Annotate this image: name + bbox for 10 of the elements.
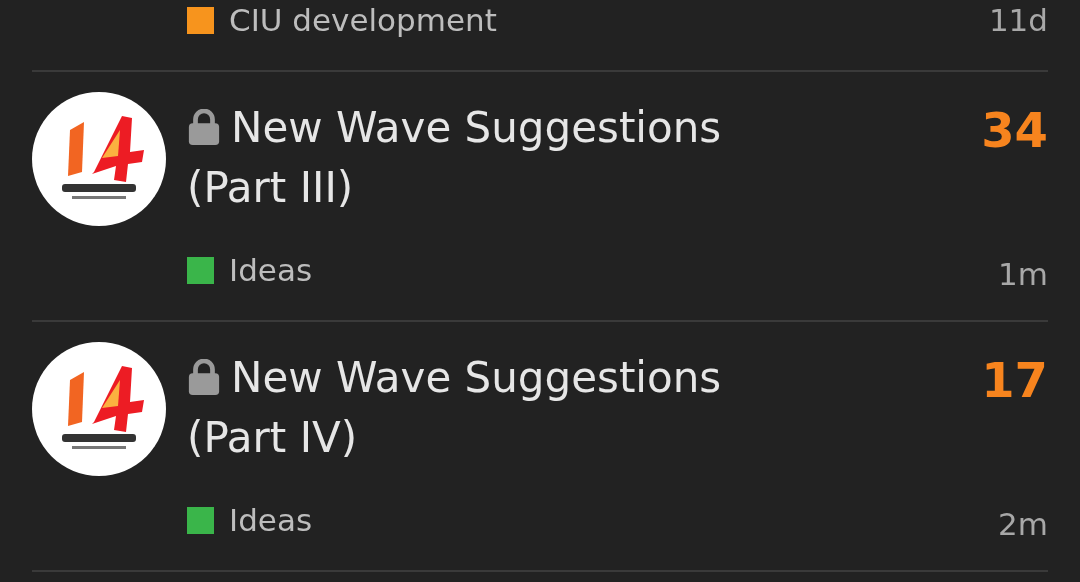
topic-title[interactable]: New Wave Suggestions (Part III) bbox=[187, 98, 827, 218]
category-label[interactable]: CIU development bbox=[229, 0, 497, 40]
reply-count: 34 bbox=[981, 101, 1048, 160]
topic-title[interactable]: New Wave Suggestions (Part IV) bbox=[187, 348, 827, 468]
category-label[interactable]: Ideas bbox=[229, 250, 313, 290]
reply-count: 17 bbox=[981, 351, 1048, 410]
activity-time: 1m bbox=[998, 255, 1048, 294]
activity-time: 2m bbox=[998, 505, 1048, 544]
activity-time: 11d bbox=[988, 1, 1048, 40]
category-label[interactable]: Ideas bbox=[229, 500, 313, 540]
